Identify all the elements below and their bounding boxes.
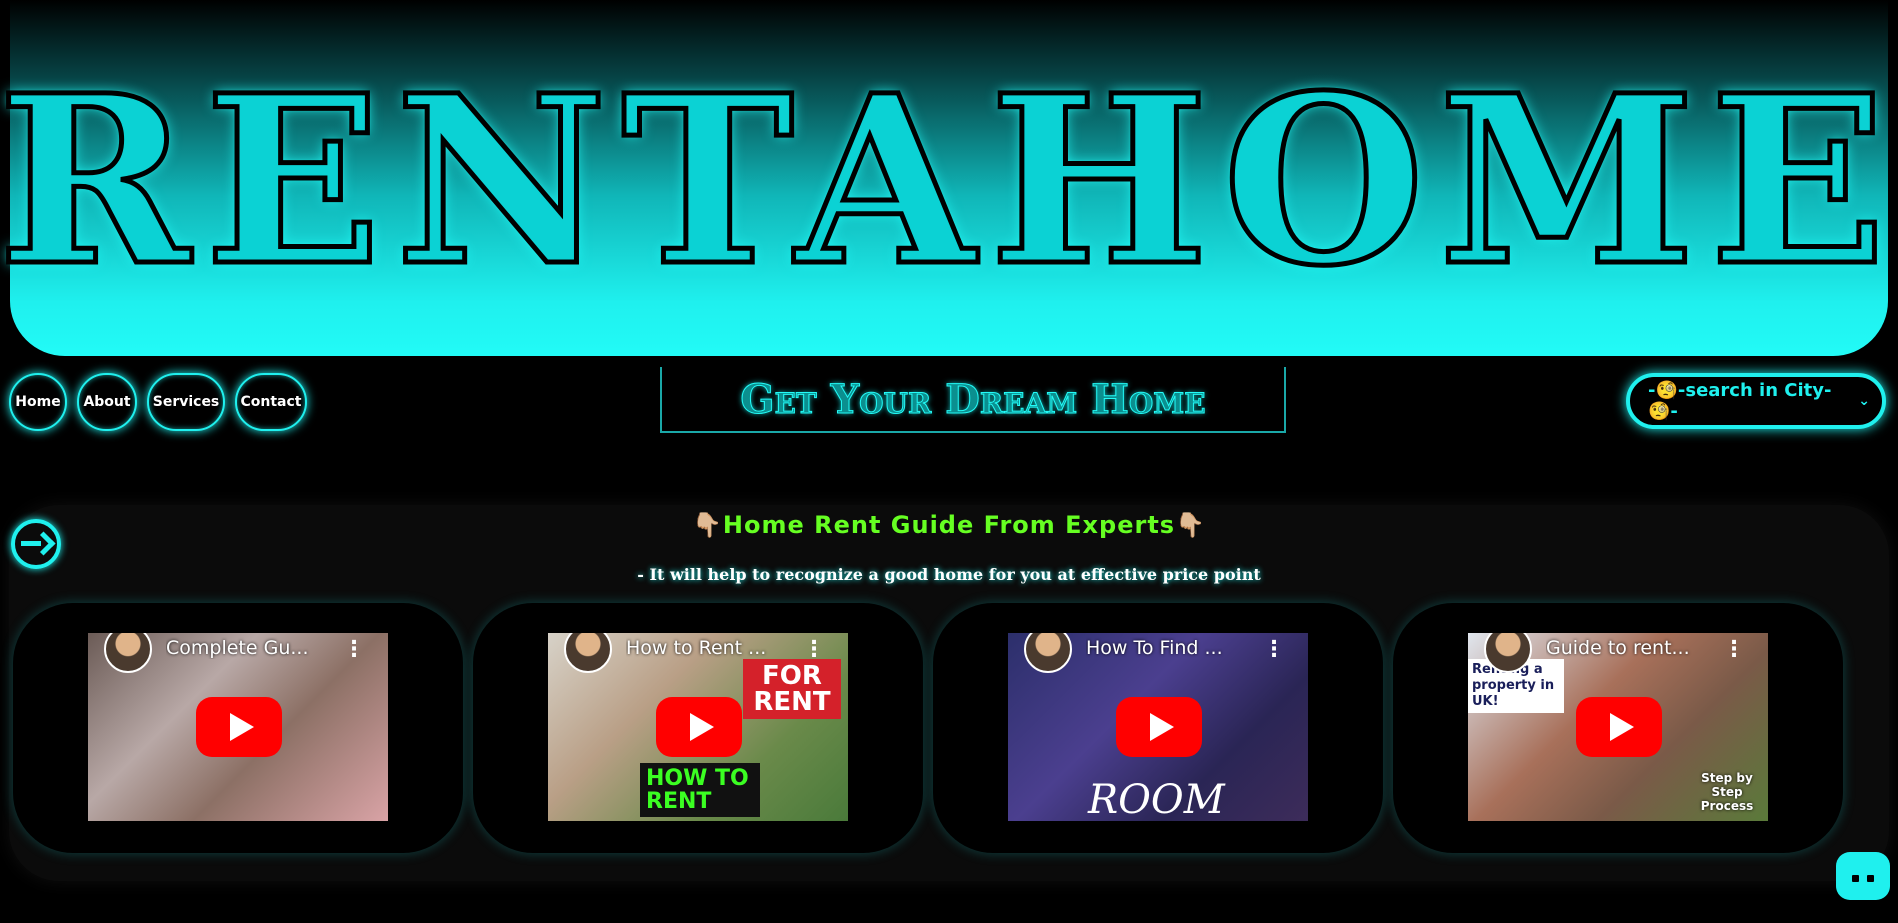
nav-contact[interactable]: Contact — [235, 373, 307, 431]
video-player[interactable]: Renting a property in UK! Step by Step P… — [1468, 633, 1768, 821]
play-icon[interactable] — [656, 697, 742, 757]
video-player[interactable]: Complete Gu... ⋮ — [88, 633, 388, 821]
kebab-icon[interactable]: ⋮ — [1263, 637, 1285, 662]
tagline-text: Get Your Dream Home — [740, 375, 1206, 423]
video-player[interactable]: FOR RENT HOW TO RENT How to Rent ... ⋮ — [548, 633, 848, 821]
guide-title: 👇🏼Home Rent Guide From Experts👇🏼 — [692, 511, 1206, 539]
thumbnail-text: ROOM — [1088, 777, 1225, 821]
kebab-icon[interactable]: ⋮ — [1723, 637, 1745, 662]
video-card: FOR RENT HOW TO RENT How to Rent ... ⋮ — [473, 603, 923, 853]
video-card: Renting a property in UK! Step by Step P… — [1393, 603, 1843, 853]
video-list: Complete Gu... ⋮ FOR RENT HOW TO RENT Ho… — [13, 603, 1843, 853]
kebab-icon[interactable]: ⋮ — [803, 637, 825, 662]
thumbnail-text: HOW TO RENT — [640, 763, 760, 817]
thumbnail-text: FOR RENT — [743, 659, 841, 719]
video-player[interactable]: ROOM How To Find ... ⋮ — [1008, 633, 1308, 821]
city-search-select[interactable]: -🧐-search in City-🧐- ⌄ — [1626, 373, 1886, 429]
chevron-down-icon: ⌄ — [1858, 393, 1870, 409]
video-card: Complete Gu... ⋮ — [13, 603, 463, 853]
nav-about[interactable]: About — [77, 373, 137, 431]
city-select-value: -🧐-search in City-🧐- — [1648, 380, 1832, 422]
thumbnail-text: Step by Step Process — [1700, 771, 1754, 813]
play-icon[interactable] — [196, 697, 282, 757]
video-title[interactable]: How To Find ... — [1086, 637, 1266, 659]
nav-home[interactable]: Home — [9, 373, 67, 431]
site-title: RENTAHOME — [0, 44, 1898, 317]
play-icon[interactable] — [1116, 697, 1202, 757]
nav-services[interactable]: Services — [147, 373, 225, 431]
video-title[interactable]: Complete Gu... — [166, 637, 346, 659]
rent-guide-section: 👇🏼Home Rent Guide From Experts👇🏼 - It wi… — [9, 505, 1889, 881]
main-nav: Home About Services Contact — [9, 373, 307, 431]
play-icon[interactable] — [1576, 697, 1662, 757]
guide-subtitle: - It will help to recognize a good home … — [637, 565, 1261, 584]
video-title[interactable]: Guide to rent... — [1546, 637, 1726, 659]
hero-banner: RENTAHOME — [0, 0, 1889, 356]
kebab-icon[interactable]: ⋮ — [343, 637, 365, 662]
video-card: ROOM How To Find ... ⋮ — [933, 603, 1383, 853]
video-title[interactable]: How to Rent ... — [626, 637, 806, 659]
tagline-box: Get Your Dream Home — [660, 367, 1286, 433]
chat-icon[interactable] — [1836, 852, 1890, 900]
